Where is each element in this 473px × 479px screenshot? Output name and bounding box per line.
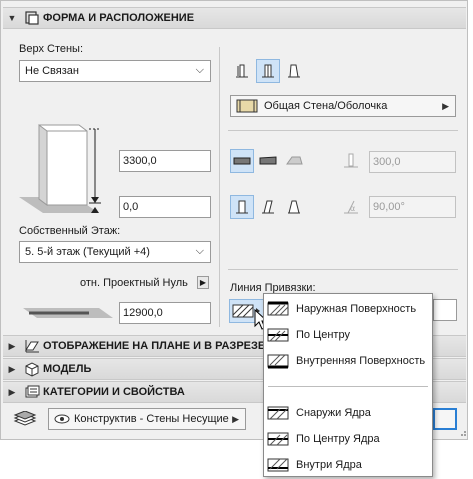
menu-item-center[interactable]: По Центру xyxy=(264,322,432,348)
base-offset-field[interactable]: 0,0 xyxy=(119,196,211,218)
straight-wall-geometry-icon xyxy=(233,157,251,165)
menu-item-inside-face[interactable]: Внутренняя Поверхность xyxy=(264,348,432,374)
menu-item-label: По Центру xyxy=(296,329,350,341)
collapse-triangle-icon[interactable]: ▼ xyxy=(3,13,21,23)
structure-value: Общая Стена/Оболочка xyxy=(264,100,388,112)
home-story-value: 5. 5-й этаж (Текущий +4) xyxy=(25,246,150,258)
slant-vertical-button[interactable] xyxy=(230,195,254,219)
expand-triangle-icon[interactable]: ▶ xyxy=(3,341,21,352)
section-title: ФОРМА И РАСПОЛОЖЕНИЕ xyxy=(43,12,195,24)
level-plane-icon xyxy=(23,308,113,318)
core-inside-icon xyxy=(267,458,289,472)
menu-item-label: Наружная Поверхность xyxy=(296,303,417,315)
composite-hatch-icon xyxy=(236,99,258,113)
chevron-down-icon: ⌵ xyxy=(195,245,204,257)
home-story-label: Собственный Этаж: xyxy=(19,225,121,237)
reference-offset-field[interactable] xyxy=(433,299,457,321)
slant-double-button[interactable] xyxy=(282,195,306,219)
top-of-wall-label: Верх Стены: xyxy=(19,43,84,55)
menu-item-label: Снаружи Ядра xyxy=(296,407,371,419)
slant-angle-icon: α xyxy=(344,200,358,214)
project-zero-field[interactable]: 12900,0 xyxy=(119,302,211,324)
wall-profile-icon xyxy=(288,64,300,78)
section-title: КАТЕГОРИИ И СВОЙСТВА xyxy=(43,386,185,398)
geometry-trapezoid-button[interactable] xyxy=(256,149,280,173)
outside-face-icon xyxy=(267,301,289,316)
geometry-straight-button[interactable] xyxy=(230,149,254,173)
svg-text:α: α xyxy=(350,204,355,213)
section-title: МОДЕЛЬ xyxy=(43,363,92,375)
geometry-polygon-button[interactable] xyxy=(282,149,306,173)
floorplan-icon xyxy=(21,337,43,355)
layers-icon xyxy=(13,411,37,426)
core-center-icon xyxy=(267,432,289,446)
slanted-wall-icon xyxy=(262,200,274,214)
wall-profile-button[interactable] xyxy=(282,59,306,83)
wall-preview-icon xyxy=(19,124,101,213)
layer-value: Конструктив - Стены Несущие xyxy=(74,413,229,425)
project-zero-label: отн. Проектный Нуль xyxy=(80,277,188,289)
chevron-down-icon: ⌵ xyxy=(195,64,204,76)
menu-item-label: Внутри Ядра xyxy=(296,459,362,471)
expand-triangle-icon[interactable]: ▶ xyxy=(3,387,21,398)
reference-line-menu: Наружная Поверхность По Центру Внутрення… xyxy=(263,293,433,477)
column-divider xyxy=(219,47,220,327)
core-outside-icon xyxy=(267,406,289,420)
categories-icon xyxy=(21,383,43,401)
structure-dropdown[interactable]: Общая Стена/Оболочка ▶ xyxy=(230,95,456,117)
menu-item-outside-face[interactable]: Наружная Поверхность xyxy=(264,296,432,322)
project-zero-menu-button[interactable]: ▶ xyxy=(197,276,209,289)
model-box-icon xyxy=(21,360,43,378)
wall-composite-button[interactable] xyxy=(256,59,280,83)
section-header-shape[interactable]: ▼ ФОРМА И РАСПОЛОЖЕНИЕ xyxy=(3,7,466,29)
resize-grip-icon[interactable] xyxy=(459,429,467,437)
eye-icon xyxy=(54,414,70,424)
ok-button[interactable] xyxy=(433,408,457,430)
menu-item-core-inside[interactable]: Внутри Ядра xyxy=(264,452,432,478)
menu-item-core-outside[interactable]: Снаружи Ядра xyxy=(264,400,432,426)
menu-separator xyxy=(268,386,428,387)
chevron-right-icon: ▶ xyxy=(442,101,449,111)
wall-straight-button[interactable] xyxy=(230,59,254,83)
top-of-wall-dropdown[interactable]: Не Связан ⌵ xyxy=(19,60,211,82)
wall-composite-icon xyxy=(262,64,274,78)
wall-frame-icon xyxy=(21,9,43,27)
layer-dropdown[interactable]: Конструктив - Стены Несущие ▶ xyxy=(48,408,246,430)
polygon-wall-geometry-icon xyxy=(286,156,303,165)
inside-face-icon xyxy=(267,354,289,369)
wall-height-field[interactable]: 3300,0 xyxy=(119,150,211,172)
menu-item-core-center[interactable]: По Центру Ядра xyxy=(264,426,432,452)
thickness-icon xyxy=(344,153,358,168)
thickness-field: 300,0 xyxy=(369,151,456,173)
trapezoid-wall-geometry-icon xyxy=(259,156,277,165)
divider xyxy=(228,130,458,131)
slant-single-button[interactable] xyxy=(256,195,280,219)
wall-straight-icon xyxy=(236,64,248,78)
menu-item-label: Внутренняя Поверхность xyxy=(296,355,426,367)
expand-triangle-icon[interactable]: ▶ xyxy=(3,364,21,375)
top-of-wall-value: Не Связан xyxy=(25,65,79,77)
home-story-dropdown[interactable]: 5. 5-й этаж (Текущий +4) ⌵ xyxy=(19,241,211,263)
section-title: ОТОБРАЖЕНИЕ НА ПЛАНЕ И В РАЗРЕЗЕ xyxy=(43,340,266,352)
divider xyxy=(228,269,458,270)
chevron-right-icon: ▶ xyxy=(232,414,239,424)
menu-item-label: По Центру Ядра xyxy=(296,433,380,445)
center-icon xyxy=(267,328,289,342)
vertical-wall-icon xyxy=(236,200,248,214)
slant-angle-field: 90,00° xyxy=(369,196,456,218)
double-slanted-wall-icon xyxy=(288,200,300,214)
